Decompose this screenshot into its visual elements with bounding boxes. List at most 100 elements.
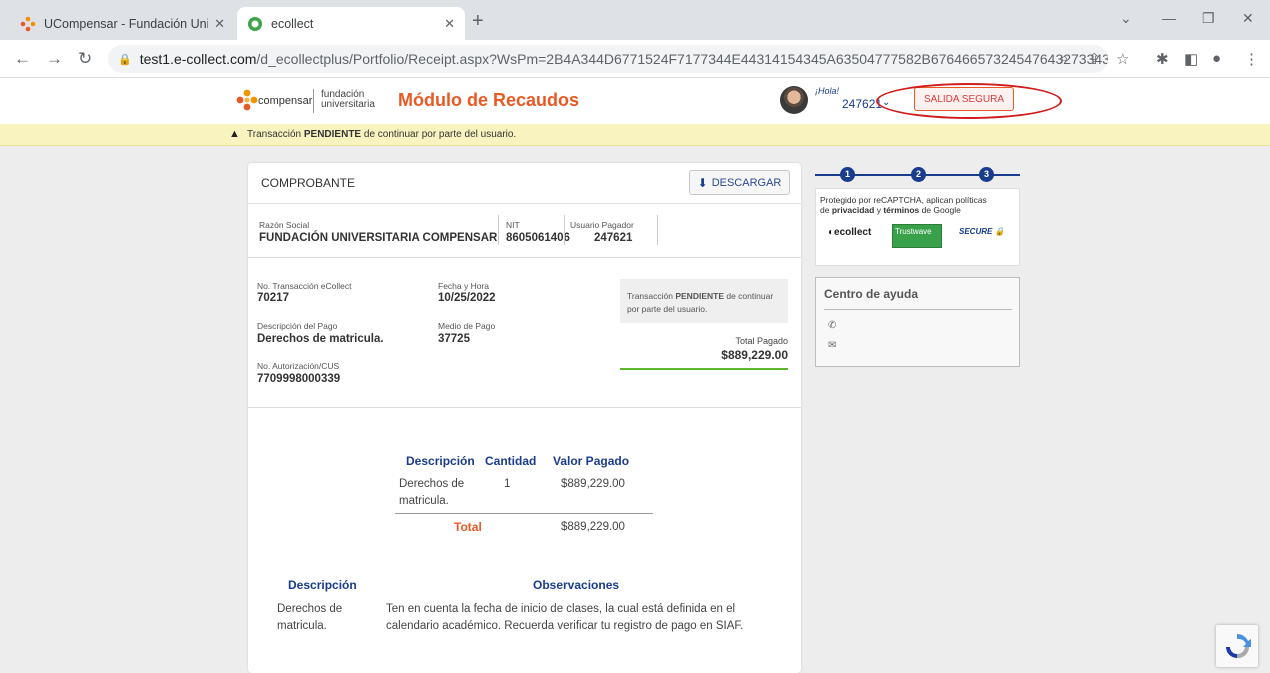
divider xyxy=(248,407,801,408)
minimize-icon[interactable]: — xyxy=(1162,10,1176,26)
recaptcha-badge[interactable] xyxy=(1216,625,1258,667)
table-total-value: $889,229.00 xyxy=(561,521,625,533)
total-paid-value: $889,229.00 xyxy=(721,348,788,362)
zoom-icon[interactable]: ⌕ xyxy=(1060,50,1068,67)
compensar-logo-icon xyxy=(236,89,258,111)
notes-description: Derechos de matricula. xyxy=(277,603,343,632)
description-value: Derechos de matricula. xyxy=(257,333,384,345)
table-cell-description: Derechos de matricula. xyxy=(399,478,465,507)
address-bar[interactable]: 🔒 test1.e-collect.com /d_ecollectplus/Po… xyxy=(108,45,1108,73)
mail-icon[interactable]: ✉ xyxy=(828,340,836,351)
usuario-pagador-label: Usuario Pagador xyxy=(570,220,634,230)
terms-link[interactable]: términos xyxy=(883,205,919,215)
help-title: Centro de ayuda xyxy=(824,287,919,301)
notes-header-observaciones: Observaciones xyxy=(533,578,620,592)
ecollect-seal[interactable]: ◐ecollect xyxy=(828,227,871,238)
close-icon[interactable]: ✕ xyxy=(444,16,455,32)
download-label: DESCARGAR xyxy=(711,176,782,189)
window-close-icon[interactable]: ✕ xyxy=(1242,10,1254,27)
back-icon[interactable]: ← xyxy=(14,49,31,69)
table-header-cantidad: Cantidad xyxy=(485,454,537,468)
recaptcha-notice: Protegido por reCAPTCHA, aplican polític… xyxy=(820,195,987,215)
security-info-box: Protegido por reCAPTCHA, aplican polític… xyxy=(815,188,1020,266)
receipt-card: COMPROBANTE ⬇ DESCARGAR Razón Social FUN… xyxy=(248,163,801,673)
tab-title: UCompensar - Fundación Univer xyxy=(44,16,209,31)
tab-ecollect[interactable]: ecollect ✕ xyxy=(237,7,465,40)
tab-ucompensar[interactable]: UCompensar - Fundación Univer ✕ xyxy=(10,7,235,40)
ecollect-favicon-icon xyxy=(248,16,262,31)
divider xyxy=(498,215,499,245)
trustwave-seal[interactable]: Trustwave xyxy=(892,224,942,248)
greeting: ¡Hola! xyxy=(815,86,840,96)
privacy-link[interactable]: privacidad xyxy=(832,205,875,215)
alert-message: Transacción PENDIENTE de continuar por p… xyxy=(247,129,517,140)
date-label: Fecha y Hora xyxy=(438,281,490,291)
recaptcha-icon xyxy=(1226,633,1251,659)
divider xyxy=(248,257,801,258)
divider xyxy=(395,513,653,514)
page-title: Módulo de Recaudos xyxy=(398,90,580,110)
nit-value: 8605061406 xyxy=(506,232,570,244)
site-header: compensar fundación universitaria Módulo… xyxy=(0,78,1270,124)
reload-icon[interactable]: ↻ xyxy=(78,49,92,69)
tab-title: ecollect xyxy=(271,16,314,31)
avatar[interactable] xyxy=(780,86,808,114)
table-cell-value: $889,229.00 xyxy=(561,478,625,490)
divider xyxy=(248,203,801,204)
authorization-label: No. Autorización/CUS xyxy=(257,361,340,371)
phone-icon[interactable]: ✆ xyxy=(828,320,836,331)
notes-observations: Ten en cuenta la fecha de inicio de clas… xyxy=(386,603,744,632)
payment-method-value: 37725 xyxy=(438,333,470,345)
profile-icon[interactable]: ● xyxy=(1212,50,1221,67)
tab-search-icon[interactable]: ⌄ xyxy=(1120,10,1132,27)
table-header-descripcion: Descripción xyxy=(406,454,475,468)
divider xyxy=(564,215,565,245)
restore-icon[interactable]: ❐ xyxy=(1202,10,1215,27)
forward-icon[interactable]: → xyxy=(46,49,63,69)
payment-method-label: Medio de Pago xyxy=(438,321,496,331)
annotation-highlight xyxy=(876,83,1062,119)
bookmark-star-icon[interactable]: ☆ xyxy=(1116,50,1129,68)
browser-tabbar: UCompensar - Fundación Univer ✕ ecollect… xyxy=(0,0,1270,40)
extensions-icon[interactable]: ✱ xyxy=(1156,50,1169,68)
table-header-valor: Valor Pagado xyxy=(553,454,630,468)
nit-label: NIT xyxy=(506,220,520,230)
download-button[interactable]: ⬇ DESCARGAR xyxy=(689,170,790,195)
table-total-label: Total xyxy=(454,520,482,534)
sidepanel-icon[interactable]: ◧ xyxy=(1184,50,1198,68)
description-label: Descripción del Pago xyxy=(257,321,338,331)
receipt-title: COMPROBANTE xyxy=(261,176,356,190)
close-icon[interactable]: ✕ xyxy=(214,16,225,32)
razon-social-label: Razón Social xyxy=(259,220,310,230)
brand-subtitle: fundación universitaria xyxy=(321,89,375,110)
lock-icon: 🔒 xyxy=(118,53,132,66)
table-cell-quantity: 1 xyxy=(504,478,511,490)
menu-icon[interactable]: ⋮ xyxy=(1244,50,1259,68)
progress-steps: 1 2 3 xyxy=(815,164,1020,184)
total-underline xyxy=(620,368,788,370)
secure-seal[interactable]: SECURE 🔒 xyxy=(959,227,1005,236)
compensar-favicon-icon xyxy=(20,16,36,31)
notes-header-descripcion: Descripción xyxy=(288,578,357,592)
alert-bar: ▲ Transacción PENDIENTE de continuar por… xyxy=(0,124,1270,146)
transaction-label: No. Transacción eCollect xyxy=(257,281,352,291)
date-value: 10/25/2022 xyxy=(438,292,496,304)
share-icon[interactable]: ⇪ xyxy=(1088,50,1101,68)
divider xyxy=(313,89,314,113)
divider xyxy=(824,309,1012,310)
divider xyxy=(657,215,658,245)
step-3: 3 xyxy=(979,167,994,182)
warning-icon: ▲ xyxy=(229,128,240,140)
new-tab-icon[interactable]: + xyxy=(472,10,484,33)
help-center: Centro de ayuda ✆ ✉ xyxy=(815,277,1020,367)
razon-social-value: FUNDACIÓN UNIVERSITARIA COMPENSAR xyxy=(259,232,498,244)
url-host: test1.e-collect.com xyxy=(139,51,257,67)
browser-toolbar: ← → ↻ 🔒 test1.e-collect.com /d_ecollectp… xyxy=(0,40,1270,78)
download-icon: ⬇ xyxy=(697,175,708,190)
url-path: /d_ecollectplus/Portfolio/Receipt.aspx?W… xyxy=(256,51,1108,67)
usuario-pagador-value: 247621 xyxy=(594,232,633,244)
transaction-value: 70217 xyxy=(257,292,289,304)
brand-name: compensar xyxy=(258,95,313,107)
step-1: 1 xyxy=(840,167,855,182)
total-paid-label: Total Pagado xyxy=(735,336,788,346)
